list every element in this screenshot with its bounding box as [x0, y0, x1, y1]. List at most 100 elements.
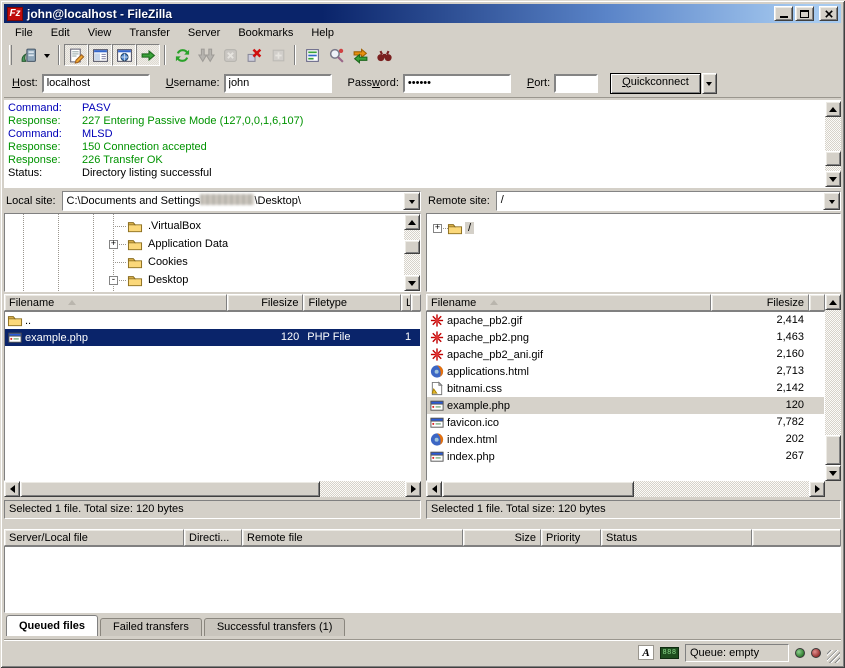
- toggle-queue-icon[interactable]: [136, 44, 160, 66]
- title-bar[interactable]: Fz john@localhost - FileZilla: [4, 4, 841, 23]
- filter-icon[interactable]: [300, 44, 324, 66]
- file-row[interactable]: ..: [5, 312, 420, 329]
- host-input[interactable]: [42, 74, 150, 93]
- scroll-thumb[interactable]: [20, 481, 320, 497]
- scroll-up-button[interactable]: [825, 294, 841, 310]
- local-tree-scrollbar[interactable]: [404, 214, 420, 291]
- scroll-thumb[interactable]: [825, 435, 841, 465]
- local-site-dropdown-button[interactable]: [403, 192, 420, 210]
- toolbar-grip[interactable]: [9, 45, 12, 65]
- menu-file[interactable]: File: [6, 26, 42, 40]
- scroll-down-button[interactable]: [404, 275, 420, 291]
- file-row[interactable]: apache_pb2.png1,463: [427, 329, 824, 346]
- tab-failed-transfers[interactable]: Failed transfers: [100, 618, 202, 636]
- queue-column-status[interactable]: Status: [601, 529, 752, 546]
- toggle-remote-tree-icon[interactable]: [112, 44, 136, 66]
- maximize-button[interactable]: [795, 6, 814, 21]
- menu-transfer[interactable]: Transfer: [120, 26, 179, 40]
- file-row[interactable]: apache_pb2_ani.gif2,160: [427, 346, 824, 363]
- file-row[interactable]: applications.html2,713: [427, 363, 824, 380]
- file-row[interactable]: favicon.ico7,782: [427, 414, 824, 431]
- port-input[interactable]: [554, 74, 598, 93]
- file-row[interactable]: index.html202: [427, 431, 824, 448]
- scroll-right-button[interactable]: [809, 481, 825, 497]
- column-header-l[interactable]: L: [401, 294, 411, 311]
- expander-plus-icon[interactable]: +: [433, 224, 442, 233]
- scroll-left-button[interactable]: [4, 481, 20, 497]
- column-header-filename[interactable]: Filename: [4, 294, 227, 311]
- file-cell: [403, 312, 420, 329]
- sync-browsing-icon[interactable]: [348, 44, 372, 66]
- file-row[interactable]: bitnami.css2,142: [427, 380, 824, 397]
- tab-queued-files[interactable]: Queued files: [6, 615, 98, 636]
- tree-connector-line: [113, 226, 126, 227]
- close-button[interactable]: [819, 6, 838, 21]
- tab-successful-transfers-1-[interactable]: Successful transfers (1): [204, 618, 346, 636]
- process-queue-icon[interactable]: [194, 44, 218, 66]
- log-scrollbar[interactable]: [825, 101, 841, 187]
- quickconnect-dropdown[interactable]: [702, 73, 717, 94]
- quickconnect-button[interactable]: Quickconnect: [610, 73, 701, 94]
- reconnect-icon[interactable]: [266, 44, 290, 66]
- expander-plus-icon[interactable]: +: [109, 240, 118, 249]
- remote-list-vscrollbar[interactable]: [825, 294, 841, 481]
- toggle-local-tree-icon[interactable]: [88, 44, 112, 66]
- remote-site-dropdown-button[interactable]: [823, 192, 840, 210]
- menu-edit[interactable]: Edit: [42, 26, 79, 40]
- remote-site-combo[interactable]: /: [496, 191, 841, 211]
- file-row[interactable]: example.php120: [427, 397, 824, 414]
- column-header-filesize[interactable]: Filesize: [711, 294, 809, 311]
- tree-item[interactable]: + Application Data: [5, 236, 420, 253]
- menu-server[interactable]: Server: [179, 26, 229, 40]
- scroll-down-button[interactable]: [825, 465, 841, 481]
- scroll-thumb[interactable]: [442, 481, 634, 497]
- toggle-message-log-icon[interactable]: [64, 44, 88, 66]
- queue-column-directi[interactable]: Directi...: [184, 529, 242, 546]
- file-row[interactable]: index.php267: [427, 448, 824, 465]
- local-site-combo[interactable]: C:\Documents and Settings\Desktop\: [62, 191, 421, 211]
- tree-item[interactable]: .VirtualBox: [5, 218, 420, 235]
- resize-grip[interactable]: [827, 650, 840, 663]
- scroll-left-button[interactable]: [426, 481, 442, 497]
- tree-item-label: .VirtualBox: [145, 220, 204, 232]
- site-manager-dropdown[interactable]: [40, 44, 54, 66]
- compare-icon[interactable]: [324, 44, 348, 66]
- disconnect-icon[interactable]: [242, 44, 266, 66]
- scroll-thumb[interactable]: [404, 240, 420, 254]
- scroll-up-button[interactable]: [404, 214, 420, 230]
- scroll-up-button[interactable]: [825, 101, 841, 117]
- menu-view[interactable]: View: [79, 26, 121, 40]
- menu-help[interactable]: Help: [302, 26, 343, 40]
- file-row[interactable]: example.php120PHP File1: [5, 329, 420, 346]
- refresh-icon[interactable]: [170, 44, 194, 66]
- cancel-icon[interactable]: [218, 44, 242, 66]
- username-input[interactable]: [224, 74, 332, 93]
- remote-list-hscrollbar[interactable]: [426, 481, 825, 497]
- column-header-filesize[interactable]: Filesize: [227, 294, 304, 311]
- expander-minus-icon[interactable]: -: [109, 276, 118, 285]
- minimize-button[interactable]: [774, 6, 793, 21]
- queue-column-priority[interactable]: Priority: [541, 529, 601, 546]
- password-input[interactable]: [403, 74, 511, 93]
- scroll-right-button[interactable]: [405, 481, 421, 497]
- tree-item[interactable]: -Desktop: [5, 272, 420, 289]
- queue-column-serverlocalfile[interactable]: Server/Local file: [4, 529, 184, 546]
- file-name: apache_pb2_ani.gif: [447, 347, 543, 363]
- search-icon[interactable]: [372, 44, 396, 66]
- file-row[interactable]: apache_pb2.gif2,414: [427, 312, 824, 329]
- scroll-down-button[interactable]: [825, 171, 841, 187]
- column-header-filetype[interactable]: Filetype: [303, 294, 401, 311]
- scroll-thumb[interactable]: [825, 151, 841, 166]
- local-list-hscrollbar[interactable]: [4, 481, 421, 497]
- queue-column-size[interactable]: Size: [463, 529, 541, 546]
- tree-item[interactable]: +/: [427, 220, 840, 237]
- file-name-cell: apache_pb2.png: [427, 329, 712, 346]
- tree-item-label: Application Data: [145, 238, 231, 250]
- red-led-icon: [811, 648, 821, 658]
- file-name: example.php: [447, 398, 510, 414]
- column-header-filename[interactable]: Filename: [426, 294, 711, 311]
- menu-bookmarks[interactable]: Bookmarks: [229, 26, 302, 40]
- queue-column-remotefile[interactable]: Remote file: [242, 529, 463, 546]
- site-manager-icon[interactable]: [16, 44, 40, 66]
- tree-item[interactable]: Cookies: [5, 254, 420, 271]
